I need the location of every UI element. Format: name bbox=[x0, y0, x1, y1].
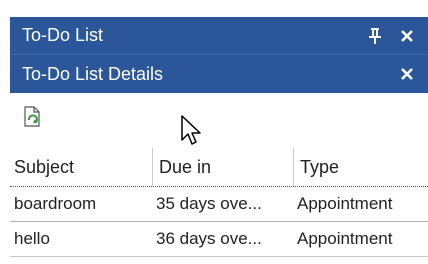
todo-list-title: To-Do List bbox=[22, 25, 104, 45]
cell-subject: hello bbox=[14, 229, 50, 248]
todo-list-details-title: To-Do List Details bbox=[22, 63, 164, 84]
mouse-cursor-icon bbox=[180, 114, 204, 148]
table-row[interactable]: boardroom 35 days ove... Appointment bbox=[10, 186, 428, 221]
table-header: Subject Due in Type bbox=[10, 148, 428, 186]
table-row[interactable]: hello 36 days ove... Appointment bbox=[10, 221, 428, 256]
cell-due-in: 36 days ove... bbox=[156, 229, 262, 248]
cell-type: Appointment bbox=[297, 194, 393, 213]
row-divider bbox=[10, 256, 428, 257]
column-header-due-in[interactable]: Due in bbox=[152, 148, 293, 186]
todo-pane: To-Do List To-Do List Details Subject Du… bbox=[0, 0, 428, 264]
cell-due-in: 35 days ove... bbox=[156, 194, 262, 213]
cell-type: Appointment bbox=[297, 229, 393, 248]
column-header-type[interactable]: Type bbox=[293, 148, 428, 186]
todo-list-titlebar: To-Do List bbox=[10, 17, 428, 54]
todo-list-details-titlebar: To-Do List Details bbox=[10, 54, 428, 93]
close-icon[interactable] bbox=[396, 25, 418, 47]
cell-subject: boardroom bbox=[14, 194, 97, 213]
refresh-icon[interactable] bbox=[24, 106, 42, 128]
details-toolbar bbox=[10, 93, 428, 145]
todo-table: Subject Due in Type boardroom 35 days ov… bbox=[10, 148, 428, 257]
pin-icon[interactable] bbox=[364, 25, 386, 47]
close-details-icon[interactable] bbox=[396, 63, 418, 85]
column-header-subject[interactable]: Subject bbox=[10, 148, 152, 186]
